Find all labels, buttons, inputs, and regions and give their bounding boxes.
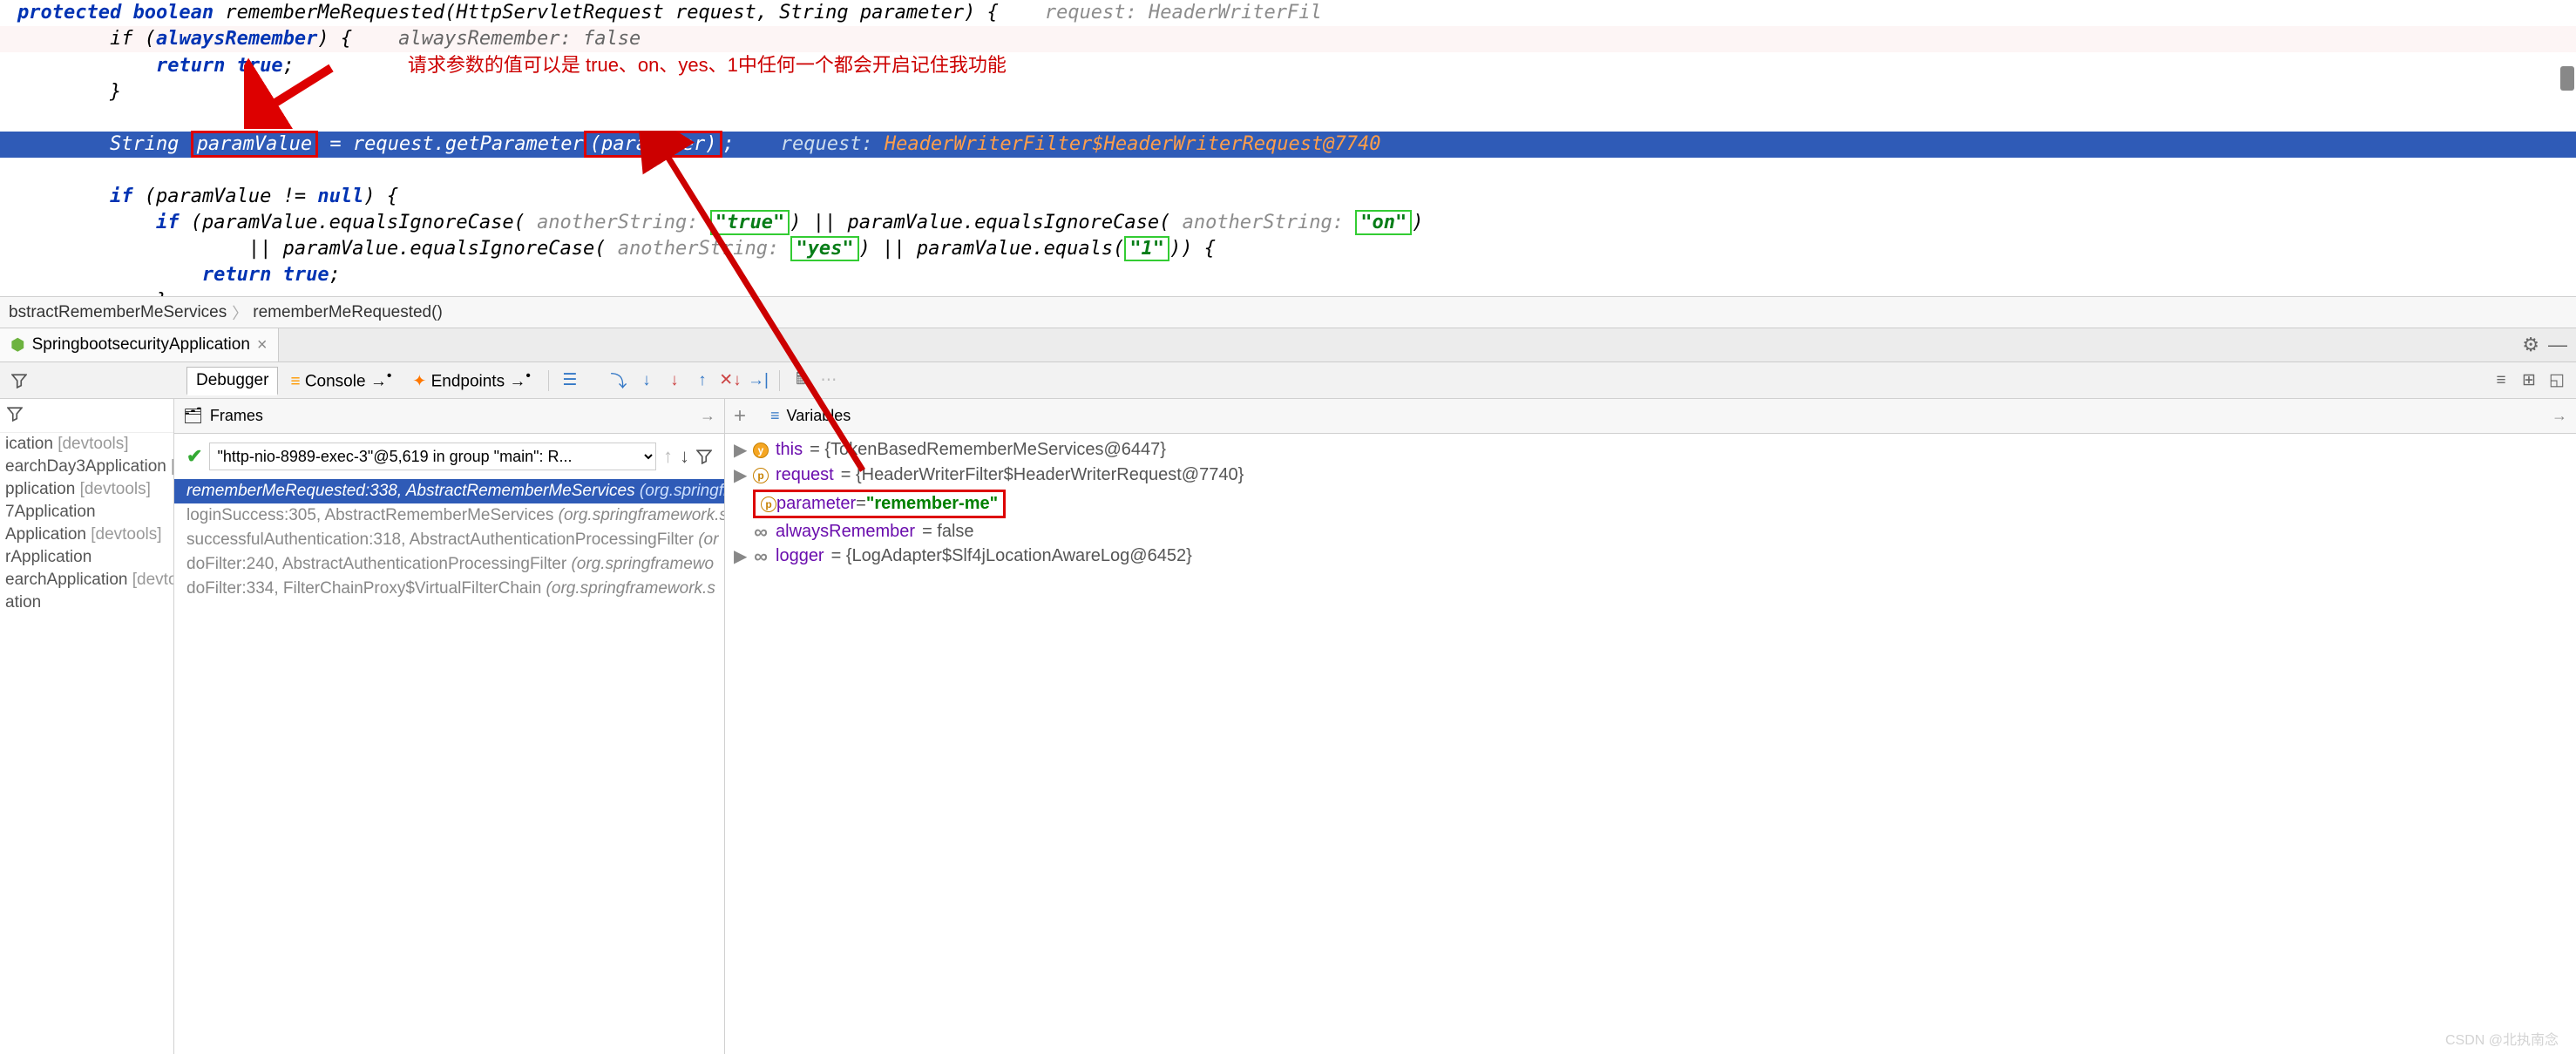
code-line: } <box>0 79 2576 105</box>
thread-selector[interactable]: ✔ "http-nio-8989-exec-3"@5,619 in group … <box>180 439 719 474</box>
variables-panel: + ≡ Variables → ▶y this = {TokenBasedRem… <box>725 399 2576 1054</box>
stack-frame[interactable]: loginSuccess:305, AbstractRememberMeServ… <box>174 503 724 528</box>
force-step-into-icon[interactable]: ↓ <box>662 368 687 393</box>
layout-icon[interactable]: ☰ <box>558 368 582 393</box>
run-config-item[interactable]: Application [devtools] <box>0 524 173 546</box>
code-line <box>0 158 2576 184</box>
code-line <box>0 105 2576 132</box>
run-to-cursor-icon[interactable]: →| <box>746 368 770 393</box>
minimize-icon[interactable]: — <box>2548 334 2567 356</box>
spring-icon: ⬢ <box>10 335 25 355</box>
up-icon[interactable]: ↑ <box>663 445 673 468</box>
code-line: if (paramValue.equalsIgnoreCase( another… <box>0 210 2576 236</box>
tab-endpoints[interactable]: ✦ Endpoints →• <box>403 365 539 395</box>
thread-icon[interactable]: ⊞ <box>2517 368 2541 393</box>
evaluate-icon[interactable]: 🖩 <box>789 368 813 393</box>
code-line: return true;请求参数的值可以是 true、on、yes、1中任何一个… <box>0 52 2576 79</box>
down-icon[interactable]: ↓ <box>680 445 689 468</box>
stack-frame[interactable]: successfulAuthentication:318, AbstractAu… <box>174 528 724 552</box>
watermark: CSDN @北执南念 <box>2445 1028 2559 1049</box>
code-line: protected boolean rememberMeRequested(Ht… <box>0 0 2576 26</box>
filter-icon[interactable] <box>7 368 31 393</box>
restore-icon[interactable]: ◱ <box>2545 368 2569 393</box>
variables-icon: ≡ <box>770 407 780 425</box>
run-config-item[interactable]: ation <box>0 591 173 614</box>
stack-frames-list[interactable]: rememberMeRequested:338, AbstractRemembe… <box>174 479 724 1054</box>
variables-list[interactable]: ▶y this = {TokenBasedRememberMeServices@… <box>725 434 2576 1054</box>
close-icon[interactable]: × <box>257 335 268 355</box>
tab-label: SpringbootsecurityApplication <box>32 335 250 355</box>
plus-icon[interactable]: + <box>734 404 746 429</box>
step-into-icon[interactable]: ↓ <box>634 368 659 393</box>
variable-row[interactable]: ▶p request = {HeaderWriterFilter$HeaderW… <box>725 463 2576 488</box>
gear-icon[interactable]: ⚙ <box>2522 334 2539 356</box>
breadcrumb-item[interactable]: rememberMeRequested() <box>253 303 443 322</box>
run-config-item[interactable]: ication [devtools] <box>0 433 173 456</box>
variable-row[interactable]: ∞ alwaysRemember = false <box>725 520 2576 544</box>
run-configs-panel: ication [devtools]earchDay3Application [… <box>0 399 174 1054</box>
thread-dropdown[interactable]: "http-nio-8989-exec-3"@5,619 in group "m… <box>209 443 656 470</box>
list-icon[interactable]: ≡ <box>2489 368 2513 393</box>
filter-icon[interactable] <box>696 449 712 464</box>
run-config-item[interactable]: earchApplication [devtools] <box>0 569 173 591</box>
code-editor[interactable]: protected boolean rememberMeRequested(Ht… <box>0 0 2576 296</box>
run-tab-bar: ⬢ SpringbootsecurityApplication × ⚙ — <box>0 328 2576 362</box>
scrollbar-thumb[interactable] <box>2560 66 2574 91</box>
breadcrumb-item[interactable]: bstractRememberMeServices <box>9 303 227 322</box>
stack-frame[interactable]: doFilter:240, AbstractAuthenticationProc… <box>174 552 724 577</box>
code-line: if (paramValue != null) { <box>0 184 2576 210</box>
code-line: } <box>0 288 2576 296</box>
code-line: return true; <box>0 262 2576 288</box>
tab-console[interactable]: ≡ Console →• <box>281 365 400 395</box>
debug-toolbar: Debugger ≡ Console →• ✦ Endpoints →• ☰ ⤵… <box>0 362 2576 399</box>
run-config-item[interactable]: rApplication <box>0 546 173 569</box>
step-over-icon[interactable]: ⤵ <box>607 368 631 393</box>
frames-panel: 🗂 Frames → ✔ "http-nio-8989-exec-3"@5,61… <box>174 399 725 1054</box>
run-config-item[interactable]: 7Application <box>0 501 173 524</box>
drop-frame-icon[interactable]: ✕↓ <box>718 368 742 393</box>
chevron-right-icon: 〉 <box>232 301 247 324</box>
arrow-icon[interactable]: → <box>700 407 715 425</box>
code-line: || paramValue.equalsIgnoreCase( anotherS… <box>0 236 2576 262</box>
variable-row[interactable]: p parameter = "remember-me" <box>725 488 2576 520</box>
stack-frame[interactable]: rememberMeRequested:338, AbstractRemembe… <box>174 479 724 503</box>
code-line: if (alwaysRemember) { alwaysRemember: fa… <box>0 26 2576 52</box>
run-config-item[interactable]: pplication [devtools] <box>0 478 173 501</box>
arrow-icon[interactable]: → <box>2552 407 2567 425</box>
variable-row[interactable]: ▶y this = {TokenBasedRememberMeServices@… <box>725 437 2576 463</box>
panel-title: Variables <box>787 407 851 425</box>
run-config-item[interactable]: earchDay3Application [devtools] <box>0 456 173 478</box>
trace-icon[interactable]: ⋯ <box>817 368 841 393</box>
panel-title: Frames <box>210 407 263 425</box>
stack-frame[interactable]: doFilter:334, FilterChainProxy$VirtualFi… <box>174 577 724 601</box>
frames-icon: 🗂 <box>183 407 203 425</box>
step-out-icon[interactable]: ↑ <box>690 368 715 393</box>
check-icon: ✔ <box>186 445 202 468</box>
tab-debugger[interactable]: Debugger <box>186 367 278 395</box>
breadcrumb[interactable]: bstractRememberMeServices 〉 rememberMeRe… <box>0 296 2576 328</box>
variable-row[interactable]: ▶∞ logger = {LogAdapter$Slf4jLocationAwa… <box>725 544 2576 569</box>
run-tab[interactable]: ⬢ SpringbootsecurityApplication × <box>0 328 279 361</box>
annotation-text: 请求参数的值可以是 true、on、yes、1中任何一个都会开启记住我功能 <box>408 54 1007 76</box>
code-line-selected: String paramValue = request.getParameter… <box>0 132 2576 158</box>
filter-icon[interactable] <box>7 406 23 422</box>
